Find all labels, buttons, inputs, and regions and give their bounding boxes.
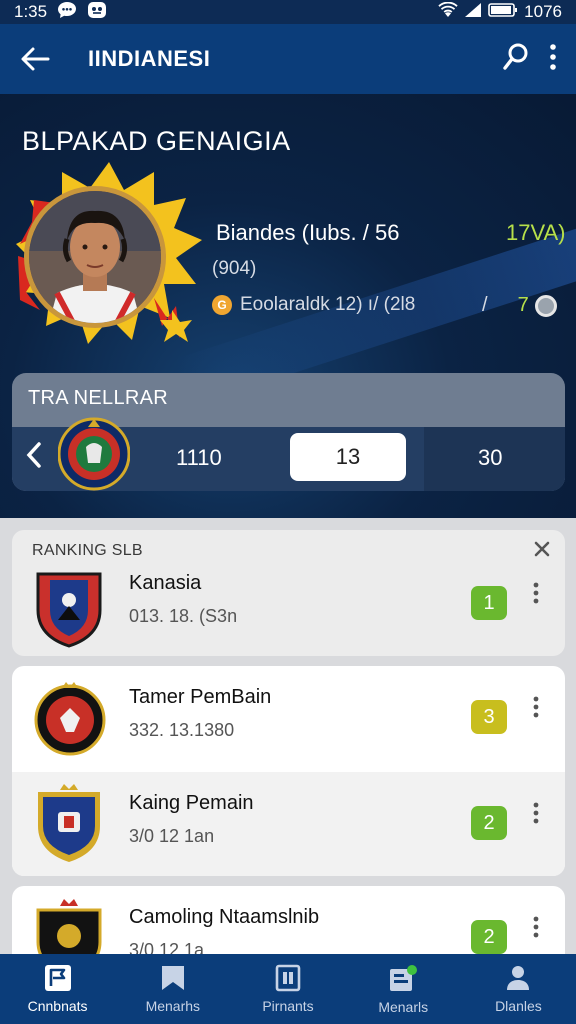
ranking-item-name: Tamer PemBain: [129, 686, 272, 708]
ranking-item[interactable]: Tamer PemBain 332. 13.1380 3: [12, 666, 565, 770]
app-notification-icon: [87, 1, 107, 24]
more-vertical-icon: [533, 916, 539, 938]
player-goals-separator: /: [482, 294, 488, 316]
ranking-list-card: Camoling Ntaamslnib 3/0 12 1a 2: [12, 886, 565, 954]
item-more-button[interactable]: [532, 916, 540, 943]
ranking-item[interactable]: Camoling Ntaamslnib 3/0 12 1a 2: [12, 886, 565, 954]
rank-badge: 2: [471, 806, 507, 840]
more-vertical-icon: [533, 582, 539, 604]
app-bar: IINDIANESI: [0, 24, 576, 94]
transfer-panel: TRA NELLRAR 1110 13 30: [12, 373, 565, 491]
player-clubs-stat: Biandes (Iubs. / 56: [216, 220, 400, 245]
player-photo: [29, 191, 161, 323]
nav-label: Pirnants: [262, 998, 314, 1014]
signal-icon: [464, 2, 482, 23]
more-vertical-icon: [533, 696, 539, 718]
club-crest-icon[interactable]: [58, 415, 130, 491]
nav-label: Dlanles: [495, 998, 542, 1014]
chevron-left-icon: [26, 442, 41, 468]
club-crest-icon: [38, 784, 100, 862]
club-crest-icon: [36, 899, 102, 954]
hero-title: BLPAKAD GENAIGIA: [22, 126, 291, 156]
nav-item-menarhs[interactable]: Menarhs: [115, 954, 230, 1024]
more-vertical-icon: [550, 43, 556, 70]
nav-item-dlanles[interactable]: Dlanles: [461, 954, 576, 1024]
ranking-item-name: Kaing Pemain: [129, 792, 254, 814]
transfer-value-1: 1110: [176, 445, 222, 470]
rank-badge: 2: [471, 920, 507, 954]
rank-badge: 1: [471, 586, 507, 620]
search-button[interactable]: [502, 42, 530, 77]
chat-icon: [57, 1, 77, 24]
ball-icon: [534, 294, 557, 317]
transfer-value-selected[interactable]: 13: [290, 433, 406, 481]
player-clubs-value: 17VA): [506, 220, 566, 245]
more-vertical-icon: [533, 802, 539, 824]
player-goals-right: / 7: [482, 294, 557, 317]
app-bar-title: IINDIANESI: [88, 46, 211, 71]
news-icon: [390, 965, 418, 991]
flag-icon: [44, 965, 71, 991]
battery-text: 1076: [524, 2, 562, 21]
wifi-icon: [438, 1, 458, 23]
search-icon: [503, 43, 528, 70]
ranking-item[interactable]: Kaing Pemain 3/0 12 1an 2: [12, 772, 565, 876]
club-crest-icon: [36, 572, 102, 648]
nav-item-cnnbnats[interactable]: Cnnbnats: [0, 954, 115, 1024]
arrow-left-icon: [21, 47, 50, 71]
nav-item-pirnants[interactable]: Pirnants: [230, 954, 345, 1024]
status-time: 1:35: [14, 2, 48, 21]
ranking-item-name: Kanasia: [129, 572, 202, 594]
person-icon: [507, 966, 530, 990]
item-more-button[interactable]: [532, 802, 540, 829]
ranking-item-sub: 3/0 12 1a: [129, 940, 205, 954]
bottom-navigation: Cnnbnats Menarhs Pirnants Menarls Dlanle…: [0, 954, 576, 1024]
transfer-row: 1110 13 30: [12, 417, 565, 491]
nav-label: Menarhs: [145, 998, 201, 1014]
rank-badge: 3: [471, 700, 507, 734]
item-more-button[interactable]: [532, 696, 540, 723]
ranking-item-sub: 013. 18. (S3n: [129, 606, 238, 626]
ranking-item-name: Camoling Ntaamslnib: [129, 906, 320, 928]
transfer-value-3: 30: [478, 445, 503, 470]
chevron-left-button[interactable]: [26, 441, 42, 477]
battery-icon: [488, 2, 518, 23]
ranking-item-sub: 3/0 12 1an: [129, 826, 215, 846]
item-more-button[interactable]: [532, 582, 540, 609]
player-goals-value: 7: [517, 294, 529, 316]
club-crest-icon: [34, 682, 106, 756]
ranking-item-sub: 332. 13.1380: [129, 720, 235, 740]
ranking-card: RANKING SLB Kanasia 013. 18. (S3n 1: [12, 530, 565, 656]
nav-label: Cnnbnats: [27, 998, 88, 1014]
status-bar: 1:35 1076: [0, 0, 576, 24]
transfer-panel-title: TRA NELLRAR: [28, 387, 169, 409]
player-sub-stat: (904): [212, 258, 257, 279]
ranking-list-card: Tamer PemBain 332. 13.1380 3 Kaing Pemai…: [12, 666, 565, 876]
coin-icon: G: [212, 295, 232, 315]
nav-item-menarls[interactable]: Menarls: [346, 954, 461, 1024]
id-card-icon: [275, 964, 301, 992]
more-options-button[interactable]: [548, 43, 558, 76]
player-goals-stat: G Eoolaraldk 12) ı/ (2l8: [212, 294, 415, 316]
ranking-item[interactable]: Kanasia 013. 18. (S3n 1: [12, 552, 565, 656]
back-button[interactable]: [0, 24, 70, 94]
nav-label: Menarls: [378, 999, 429, 1015]
player-avatar[interactable]: [24, 186, 166, 328]
bookmark-icon: [161, 966, 184, 990]
player-goals-text: Eoolaraldk 12) ı/ (2l8: [240, 294, 416, 315]
